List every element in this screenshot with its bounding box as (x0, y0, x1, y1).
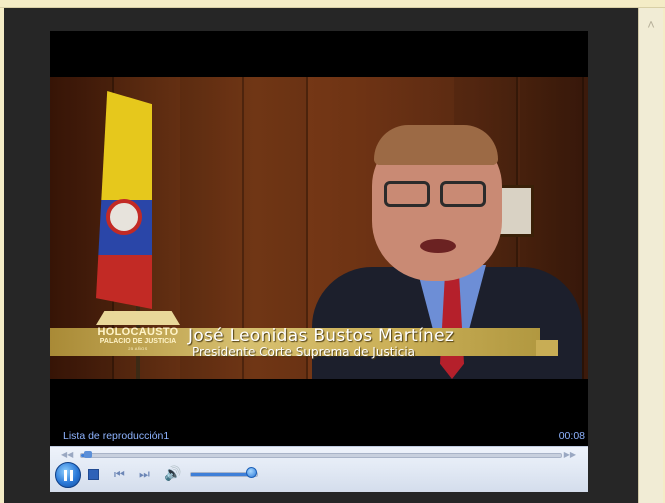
next-icon[interactable]: ⏭ (139, 467, 150, 482)
media-player: HOLOCAUSTO PALACIO DE JUSTICIA 25 AÑOS J… (50, 31, 588, 492)
pause-icon (64, 470, 67, 481)
palace-icon (96, 311, 180, 325)
logo-tagline: 25 AÑOS (128, 346, 148, 351)
status-bar: Lista de reproducción1 00:08 (50, 429, 588, 445)
playlist-name: Lista de reproducción1 (63, 430, 170, 442)
chevron-up-icon[interactable]: ˄ (644, 18, 658, 32)
logo-subtitle: PALACIO DE JUSTICIA (99, 338, 177, 345)
seek-handle[interactable] (84, 451, 92, 458)
video-frame[interactable]: HOLOCAUSTO PALACIO DE JUSTICIA 25 AÑOS J… (50, 77, 588, 379)
caption-role: Presidente Corte Suprema de Justicia (192, 345, 416, 359)
caption-name: José Leonidas Bustos Martínez (188, 326, 455, 346)
logo-title: HOLOCAUSTO (97, 326, 179, 338)
transport-controls: ◀◀ ▶▶ ⏮ ⏭ 🔊 (50, 446, 588, 492)
stop-button[interactable] (88, 469, 99, 480)
holocausto-logo: HOLOCAUSTO PALACIO DE JUSTICIA 25 AÑOS (92, 311, 184, 355)
lower-third-tab (536, 340, 558, 356)
flag-seal (106, 199, 142, 235)
speaker-icon[interactable]: 🔊 (164, 465, 181, 482)
pause-button[interactable] (55, 462, 81, 488)
vertical-scrollbar[interactable]: ˄ (638, 8, 663, 503)
fast-forward-icon[interactable]: ▶▶ (564, 450, 576, 459)
volume-level (191, 473, 250, 476)
previous-icon[interactable]: ⏮ (114, 467, 125, 482)
volume-handle[interactable] (246, 467, 257, 478)
rewind-icon[interactable]: ◀◀ (61, 450, 73, 459)
seek-bar[interactable] (80, 453, 562, 458)
top-strip (0, 0, 665, 8)
elapsed-time: 00:08 (558, 430, 585, 442)
